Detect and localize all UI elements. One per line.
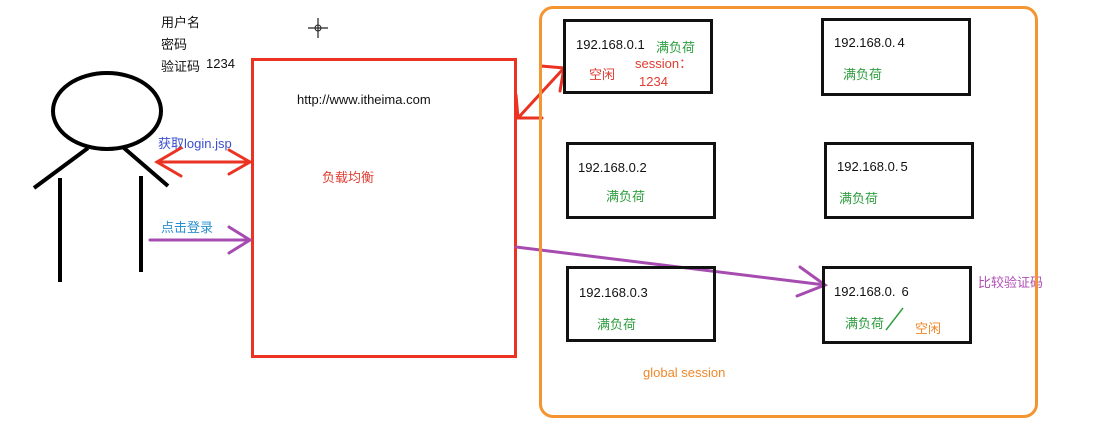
server-1-idle: 空闲 — [589, 67, 616, 82]
server-5-ip: 192.168.0. 5 — [837, 159, 908, 174]
click-login-arrow — [148, 225, 253, 255]
server-2-ip: 192.168.0.2 — [578, 160, 647, 175]
server-4-box — [821, 18, 971, 96]
server-5-box — [824, 142, 974, 219]
server-1-session-label: session： — [635, 56, 693, 71]
global-session-label: global session — [643, 365, 726, 380]
server-3-status: 满负荷 — [597, 317, 637, 332]
server-3-ip: 192.168.0.3 — [579, 285, 648, 300]
server-6-box — [822, 266, 972, 344]
server-3-box — [566, 266, 716, 342]
server-5-status: 满负荷 — [839, 191, 879, 206]
server-6-status: 满负荷 — [845, 316, 885, 331]
server-6-ip: 192.168.0. 6 — [834, 284, 909, 299]
server-2-status: 满负荷 — [606, 189, 646, 204]
get-login-arrow — [154, 146, 254, 178]
server-2-box — [566, 142, 716, 219]
server-1-session-value: 1234 — [639, 74, 668, 89]
server-4-ip: 192.168.0. 4 — [834, 35, 905, 50]
server-6-idle: 空闲 — [915, 321, 942, 336]
server-4-status: 满负荷 — [843, 67, 883, 82]
server-1-ip: 192.168.0.1 — [576, 37, 645, 52]
